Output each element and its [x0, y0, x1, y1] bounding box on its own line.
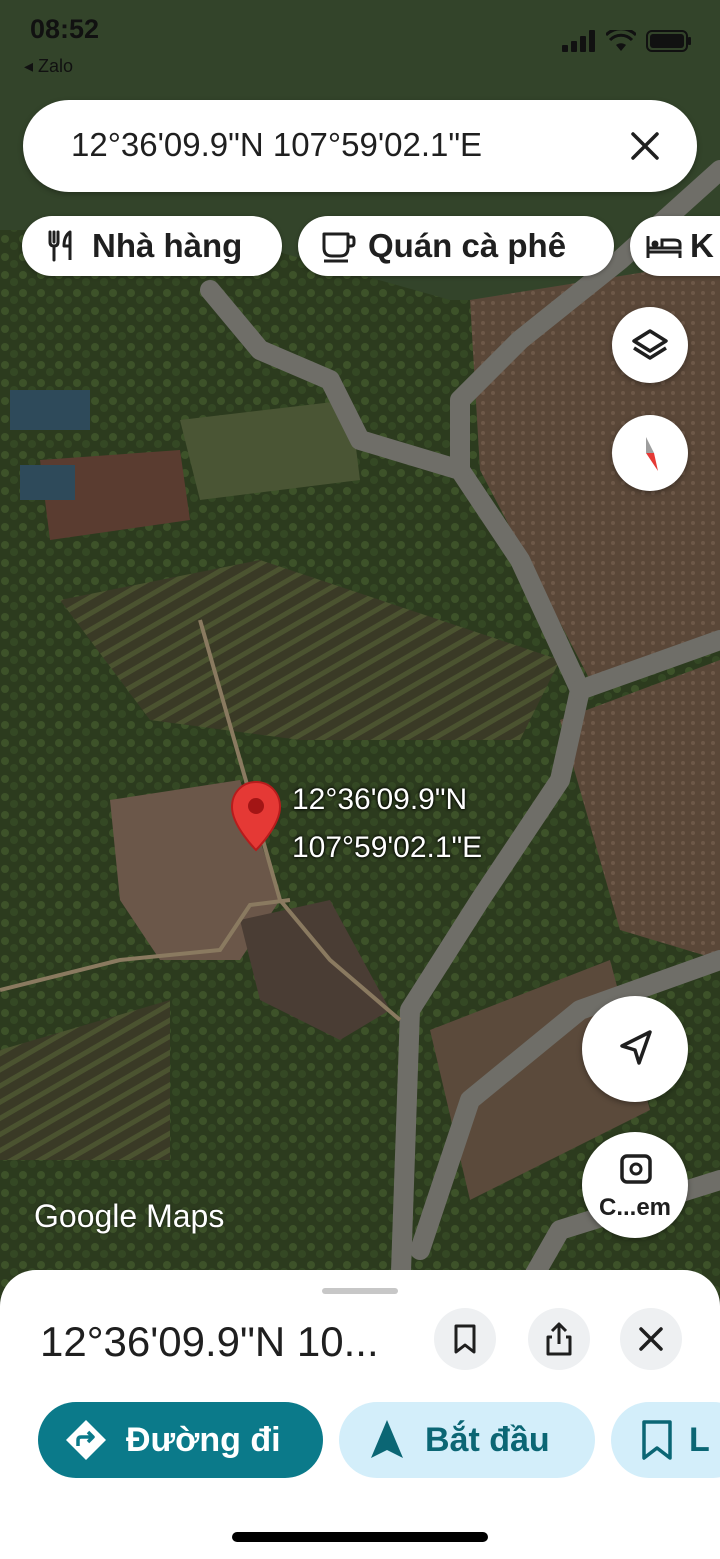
compass-button[interactable]: [612, 415, 688, 491]
search-bar[interactable]: 12°36'09.9"N 107°59'02.1"E: [23, 100, 697, 192]
chip-restaurants[interactable]: Nhà hàng: [22, 216, 282, 276]
chip-hotels[interactable]: K: [630, 216, 720, 276]
status-icons: [562, 30, 692, 52]
search-query[interactable]: 12°36'09.9"N 107°59'02.1"E: [71, 126, 482, 164]
navigation-arrow-up-icon: [371, 1420, 403, 1458]
compass-icon: [646, 437, 658, 471]
place-title: 12°36'09.9"N 10...: [40, 1318, 379, 1365]
pin-label-latitude: 12°36'09.9"N: [292, 783, 468, 816]
pin-label-longitude: 107°59'02.1"E: [292, 831, 483, 864]
google-maps-attribution: Google Maps: [34, 1198, 225, 1234]
close-sheet-button[interactable]: [620, 1308, 682, 1370]
share-icon: [546, 1322, 572, 1356]
start-label: Bắt đầu: [425, 1420, 550, 1459]
bed-icon: [646, 236, 682, 258]
sheet-drag-handle[interactable]: [322, 1288, 398, 1294]
fork-knife-icon: [48, 230, 72, 262]
home-indicator[interactable]: [232, 1532, 488, 1542]
chip-cafes[interactable]: Quán cà phê: [298, 216, 614, 276]
camera-lens-icon: [620, 1154, 652, 1184]
category-chips: Nhà hàng Quán cà phê K: [0, 216, 720, 278]
chip-cafes-label: Quán cà phê: [368, 227, 567, 264]
save-list-button[interactable]: L: [611, 1402, 720, 1478]
back-to-app-link[interactable]: ◂ Zalo: [24, 56, 73, 77]
bookmark-outline-icon: [642, 1420, 672, 1460]
start-button[interactable]: Bắt đầu: [339, 1402, 595, 1478]
map-view[interactable]: 12°36'09.9"N 107°59'02.1"E Google Maps C…: [0, 0, 720, 1300]
battery-icon: [646, 30, 691, 52]
camera-button-label: C...em: [598, 1194, 672, 1221]
bookmark-icon: [454, 1324, 476, 1354]
status-bar: 08:52 ◂ Zalo: [0, 0, 720, 80]
directions-label: Đường đi: [126, 1420, 281, 1459]
chip-restaurants-label: Nhà hàng: [92, 227, 243, 264]
location-pin-icon[interactable]: [230, 780, 282, 852]
directions-icon: [66, 1420, 106, 1460]
close-icon: [639, 1327, 663, 1351]
chip-hotels-label: K: [690, 227, 714, 264]
layers-icon: [632, 329, 668, 360]
share-button[interactable]: [528, 1308, 590, 1370]
bottom-sheet[interactable]: 12°36'09.9"N 10... Đường đi Bắt đầu L: [0, 1270, 720, 1559]
save-list-label: L: [689, 1420, 710, 1459]
save-button[interactable]: [434, 1308, 496, 1370]
clock: 08:52: [30, 14, 100, 44]
camera-search-button[interactable]: C...em: [582, 1132, 688, 1238]
my-location-button[interactable]: [582, 996, 688, 1102]
navigation-arrow-icon: [620, 1030, 652, 1065]
wifi-icon: [606, 30, 636, 51]
satellite-imagery: [0, 0, 720, 1300]
signal-icon: [562, 30, 595, 52]
directions-button[interactable]: Đường đi: [38, 1402, 323, 1478]
clear-search-icon[interactable]: [621, 122, 669, 170]
coffee-cup-icon: [322, 232, 356, 263]
layers-button[interactable]: [612, 307, 688, 383]
pin-coordinate-label: 12°36'09.9"N 107°59'02.1"E: [292, 776, 482, 872]
